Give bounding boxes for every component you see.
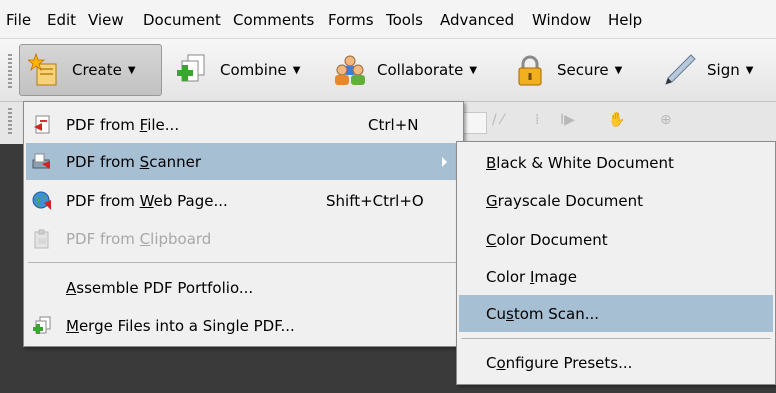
create-sparkle-icon [26, 52, 62, 87]
menu-window[interactable]: Window [532, 10, 591, 30]
scanner-submenu: Black & White Document Grayscale Documen… [456, 141, 776, 385]
create-button[interactable]: Create ▼ [19, 44, 162, 96]
clipboard-icon [32, 229, 52, 249]
menu-item-pdf-from-scanner[interactable]: PDF from Scanner [26, 143, 461, 180]
menu-file[interactable]: File [6, 10, 31, 30]
chevron-down-icon: ▼ [469, 64, 478, 76]
shortcut-label: Shift+Ctrl+O [326, 192, 424, 210]
submenu-item-color-document[interactable]: Color Document [459, 221, 773, 258]
tasks-toolbar: Create ▼ Combine ▼ Collaborate ▼ Secure … [0, 39, 776, 102]
shortcut-label: Ctrl+N [368, 116, 419, 134]
merge-icon [32, 316, 52, 336]
menu-bar: File Edit View Document Comments Forms T… [0, 0, 776, 39]
chevron-down-icon: ▼ [292, 64, 301, 76]
menu-comments[interactable]: Comments [233, 10, 314, 30]
pen-icon [663, 53, 697, 87]
submenu-item-black-white-document[interactable]: Black & White Document [459, 144, 773, 181]
create-menu: PDF from File... Ctrl+N PDF from Scanner… [23, 101, 464, 347]
create-label: Create [72, 61, 122, 79]
menu-help[interactable]: Help [608, 10, 642, 30]
web-globe-icon [32, 191, 52, 211]
submenu-arrow-icon [442, 157, 447, 167]
submenu-item-color-image[interactable]: Color Image [459, 258, 773, 295]
chevron-down-icon: ▼ [127, 64, 136, 76]
hand-tool-icon[interactable]: ✋ [608, 112, 625, 128]
secure-label: Secure [557, 61, 609, 79]
menu-tools[interactable]: Tools [386, 10, 423, 30]
submenu-item-grayscale-document[interactable]: Grayscale Document [459, 182, 773, 219]
menu-separator [461, 338, 771, 339]
secure-button[interactable]: Secure ▼ [505, 44, 645, 96]
menu-edit[interactable]: Edit [47, 10, 76, 30]
zoom-tool-icon[interactable]: ⊕ [660, 112, 672, 128]
menu-view[interactable]: View [88, 10, 124, 30]
combine-label: Combine [220, 61, 287, 79]
toolbar-grip[interactable] [8, 108, 12, 136]
divider-icon: ⁞ [535, 112, 540, 128]
page-separator-icon: / ⁄ [492, 112, 504, 128]
submenu-item-configure-presets[interactable]: Configure Presets... [459, 344, 773, 381]
collaborate-label: Collaborate [377, 61, 464, 79]
combine-files-icon [176, 53, 210, 87]
menu-separator [28, 262, 459, 263]
menu-forms[interactable]: Forms [328, 10, 374, 30]
menu-document[interactable]: Document [143, 10, 221, 30]
menu-item-assemble-pdf-portfolio[interactable]: Assemble PDF Portfolio... [26, 269, 461, 306]
menu-item-pdf-from-web-page[interactable]: PDF from Web Page... Shift+Ctrl+O [26, 182, 461, 219]
select-tool-icon[interactable]: I▶ [560, 112, 575, 128]
chevron-down-icon: ▼ [745, 64, 754, 76]
toolbar-grip[interactable] [8, 54, 12, 88]
menu-item-pdf-from-clipboard[interactable]: PDF from Clipboard [26, 220, 461, 257]
people-icon [333, 53, 367, 87]
page-number-field[interactable] [463, 112, 487, 134]
pdf-file-icon [32, 115, 52, 135]
padlock-icon [513, 53, 547, 87]
sign-label: Sign [707, 61, 740, 79]
menu-item-pdf-from-file[interactable]: PDF from File... Ctrl+N [26, 106, 461, 143]
chevron-down-icon: ▼ [614, 64, 623, 76]
combine-button[interactable]: Combine ▼ [168, 44, 320, 96]
collaborate-button[interactable]: Collaborate ▼ [325, 44, 505, 96]
menu-item-merge-files[interactable]: Merge Files into a Single PDF... [26, 307, 461, 344]
sign-button[interactable]: Sign ▼ [655, 44, 776, 96]
scanner-icon [32, 152, 52, 172]
menu-advanced[interactable]: Advanced [440, 10, 514, 30]
submenu-item-custom-scan[interactable]: Custom Scan... [459, 295, 773, 332]
